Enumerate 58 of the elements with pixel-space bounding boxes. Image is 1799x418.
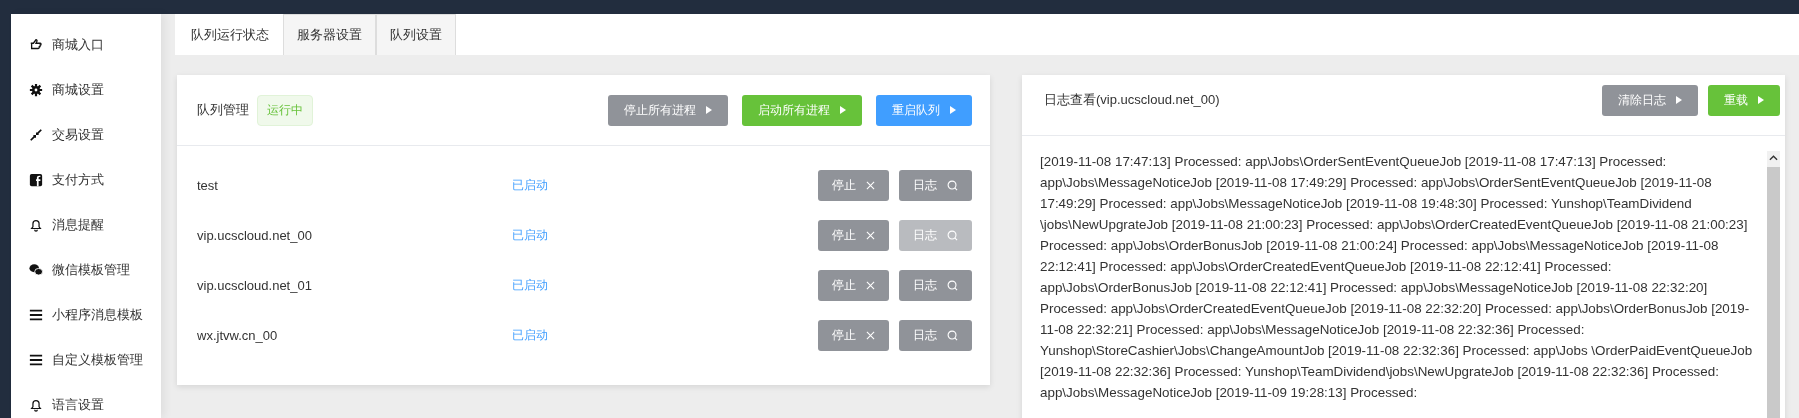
chat-bubbles-icon — [29, 262, 43, 277]
card-title: 日志查看(vip.ucscloud.net_00) — [1044, 91, 1220, 109]
bell-icon — [29, 217, 43, 232]
sidebar-item[interactable]: 语言设置 — [52, 395, 104, 414]
log-text: [2019-11-08 17:47:13] Processed: app\Jobs\OrderSentEventQueueJob [2019-11-08 17:47:13] Processed: app\Jobs\MessageNoticeJob [2019-11-08 17:49:29] Processed: app\Jobs\OrderSentEventQueueJob [2019-11-08 17:49:29] Processed: app\Jobs\MessageNoticeJob [2019-11-08 19:48:30] Processed: Yunshop\TeamDividend \jobs\NewUpgrateJob [2019-11-08 21:00:23] Processed: app\Jobs\OrderCreatedEventQueueJob [2019-11-08 21:00:23] Processed: app\Jobs\OrderBonusJob [2019-11-08 21:00:24] Processed: app\Jobs\MessageNoticeJob [2019-11-08 22:12:41] Processed: app\Jobs\OrderCreatedEventQueueJob [2019-11-08 22:12:41] Processed: app\Jobs\OrderBonusJob [2019-11-08 22:12:41] Processed: app\Jobs\MessageNoticeJob [2019-11-08 22:32:20] Processed: app\Jobs\OrderCreatedEventQueueJob [2019-11-08 22:32:20] Processed: app\Jobs\OrderBonusJob [2019-11-08 22:32:21] Processed: app\Jobs\MessageNoticeJob [2019-11-08 22:32:36] Processed: Yunshop\StoreCashier\Jobs\ChangeAmountJob [2019-11-08 22:32:36] Processed: app\Jobs \OrderPaidEventQueueJob [2019-11-08 22:32:36] Processed: Yunshop\TeamDividend\jobs\NewUpgrateJob [2019-11-08 22:32:36] Processed: app\Jobs\MessageNoticeJob [2019-11-09 19:28:13] Processed: — [1040, 153, 1754, 402]
triangle-icon — [1676, 96, 1682, 104]
scrollbar[interactable] — [1767, 151, 1780, 418]
search-icon — [947, 279, 958, 291]
triangle-icon — [1758, 96, 1764, 104]
queue-name: vip.ucscloud.net_00 — [197, 227, 313, 243]
close-icon — [866, 180, 875, 190]
sidebar-item[interactable]: 商城入口 — [52, 35, 104, 54]
action-button[interactable]: 重启队列 — [876, 94, 972, 126]
queue-name: test — [197, 177, 219, 193]
close-icon — [866, 280, 875, 290]
sidebar-item[interactable]: 商城设置 — [52, 80, 104, 99]
close-icon — [866, 230, 875, 240]
tab[interactable]: 服务器设置 — [283, 14, 376, 55]
sidebar-item[interactable]: 支付方式 — [52, 170, 104, 189]
sidebar-item[interactable]: 微信模板管理 — [52, 260, 130, 279]
menu-icon — [29, 352, 43, 367]
action-button[interactable]: 重载 — [1708, 84, 1780, 116]
action-button[interactable]: 清除日志 — [1602, 84, 1698, 116]
search-icon — [947, 329, 958, 341]
facebook-icon — [29, 172, 43, 187]
queue-status: 已启动 — [512, 326, 548, 344]
queue-status: 已启动 — [512, 276, 548, 294]
arrows-icon — [29, 127, 43, 142]
menu-icon — [29, 307, 43, 322]
log-button[interactable]: 日志 — [899, 319, 972, 351]
close-icon — [866, 330, 875, 340]
queue-status: 已启动 — [512, 226, 548, 244]
queue-name: vip.ucscloud.net_01 — [197, 277, 313, 293]
card-title: 队列管理 — [197, 101, 249, 119]
sidebar-item[interactable]: 小程序消息模板 — [52, 305, 143, 324]
action-button[interactable]: 启动所有进程 — [742, 94, 862, 126]
bell-icon — [29, 397, 43, 412]
triangle-icon — [950, 106, 956, 114]
queue-name: wx.jtvw.cn_00 — [197, 327, 279, 343]
triangle-icon — [706, 106, 712, 114]
stop-button[interactable]: 停止 — [818, 219, 889, 251]
stop-button[interactable]: 停止 — [818, 269, 889, 301]
triangle-icon — [840, 106, 846, 114]
log-button[interactable]: 日志 — [899, 169, 972, 201]
sidebar-item[interactable]: 消息提醒 — [52, 215, 104, 234]
sidebar-item[interactable]: 自定义模板管理 — [52, 350, 143, 369]
tab[interactable]: 队列设置 — [376, 14, 456, 55]
log-button[interactable]: 日志 — [899, 269, 972, 301]
stop-button[interactable]: 停止 — [818, 169, 889, 201]
action-button[interactable]: 停止所有进程 — [608, 94, 728, 126]
sidebar-item[interactable]: 交易设置 — [52, 125, 104, 144]
search-icon — [947, 179, 958, 191]
status-badge: 运行中 — [257, 94, 313, 126]
gear-icon — [29, 82, 43, 97]
stop-button[interactable]: 停止 — [818, 319, 889, 351]
pointing-hand-icon — [29, 37, 43, 52]
search-icon — [947, 229, 958, 241]
queue-status: 已启动 — [512, 176, 548, 194]
